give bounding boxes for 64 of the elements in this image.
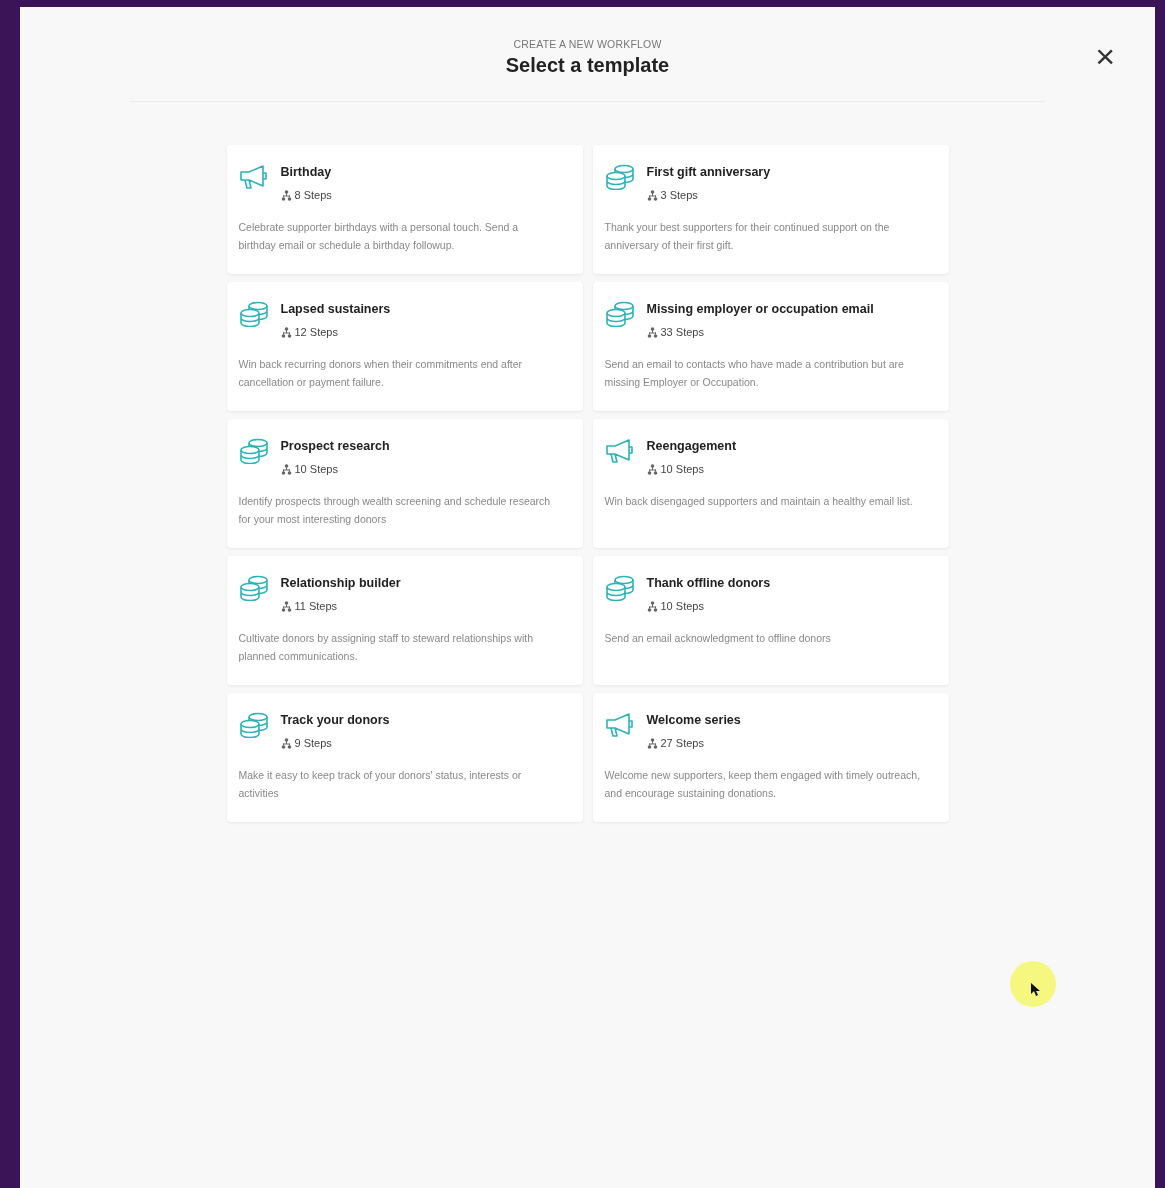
step-count: 12 Steps <box>294 326 338 338</box>
close-button[interactable]: × <box>1091 39 1119 73</box>
template-name: First gift anniversary <box>646 165 771 179</box>
template-name: Reengagement <box>646 439 737 453</box>
template-description: Make it easy to keep track of your donors' status, interests or activities <box>238 768 523 801</box>
megaphone-icon <box>604 712 635 738</box>
template-card[interactable]: Welcome series 27 Steps Welcome new supporters, keep them engaged with timely outreach, and encourage sustaining donations. <box>592 693 949 822</box>
megaphone-icon <box>238 164 269 190</box>
template-description: Win back recurring donors when their commitments end after cancellation or payment failure. <box>238 357 524 390</box>
hierarchy-icon <box>646 737 658 749</box>
template-description: Send an email acknowledgment to offline donors <box>604 631 832 646</box>
pointer-icon <box>1030 982 1040 996</box>
template-card[interactable]: Birthday 8 Steps Celebrate supporter birthdays with a personal touch. Send a birthday email or schedule a birthday followup. <box>226 145 583 274</box>
template-description: Send an email to contacts who have made a contribution but are missing Employer or Occupation. <box>604 357 905 390</box>
step-count: 10 Steps <box>660 463 704 475</box>
template-name: Prospect research <box>280 439 390 453</box>
hierarchy-icon <box>646 189 658 201</box>
template-name: Thank offline donors <box>646 576 771 590</box>
template-name: Lapsed sustainers <box>280 302 391 316</box>
template-name: Relationship builder <box>280 576 401 590</box>
step-count: 11 Steps <box>294 600 338 612</box>
template-card[interactable]: First gift anniversary 3 Steps Thank your best supporters for their continued support on the anniversary of their first gift. <box>592 145 949 274</box>
hierarchy-icon <box>280 600 292 612</box>
template-card[interactable]: Relationship builder 11 Steps Cultivate donors by assigning staff to steward relationships with planned communications. <box>226 556 583 685</box>
hierarchy-icon <box>646 463 658 475</box>
template-card[interactable]: Lapsed sustainers 12 Steps Win back recurring donors when their commitments end after cancellation or payment failure. <box>226 282 583 411</box>
hierarchy-icon <box>280 737 292 749</box>
step-count: 8 Steps <box>294 189 332 201</box>
coin-stack-icon <box>604 575 635 601</box>
step-count: 10 Steps <box>660 600 704 612</box>
step-count: 33 Steps <box>660 326 704 338</box>
coin-stack-icon <box>238 438 269 464</box>
coin-stack-icon <box>238 301 269 327</box>
hierarchy-icon <box>280 189 292 201</box>
hierarchy-icon <box>646 600 658 612</box>
step-count: 27 Steps <box>660 737 704 749</box>
coin-stack-icon <box>238 712 269 738</box>
template-description: Identify prospects through wealth screening and schedule research for your most interesting donors <box>238 494 552 527</box>
template-description: Celebrate supporter birthdays with a personal touch. Send a birthday email or schedule a birthday followup. <box>238 220 520 253</box>
template-description: Cultivate donors by assigning staff to steward relationships with planned communications. <box>238 631 535 664</box>
hierarchy-icon <box>280 463 292 475</box>
template-card[interactable]: Thank offline donors 10 Steps Send an email acknowledgment to offline donors <box>592 556 949 685</box>
coin-stack-icon <box>238 575 269 601</box>
template-card[interactable]: Track your donors 9 Steps Make it easy to keep track of your donors' status, interests or activities <box>226 693 583 822</box>
step-count: 10 Steps <box>294 463 338 475</box>
template-card[interactable]: Prospect research 10 Steps Identify prospects through wealth screening and schedule research for your most interesting donors <box>226 419 583 548</box>
modal-eyebrow: CREATE A NEW WORKFLOW <box>513 38 662 50</box>
hierarchy-icon <box>646 326 658 338</box>
coin-stack-icon <box>604 301 635 327</box>
template-name: Missing employer or occupation email <box>646 302 874 316</box>
step-count: 3 Steps <box>660 189 698 201</box>
template-card[interactable]: Missing employer or occupation email 33 Steps Send an email to contacts who have made a contribution but are missing Employer or Occupation. <box>592 282 949 411</box>
coin-stack-icon <box>604 164 635 190</box>
template-name: Birthday <box>280 165 332 179</box>
template-description: Win back disengaged supporters and maintain a healthy email list. <box>604 494 914 509</box>
megaphone-icon <box>604 438 635 464</box>
template-name: Welcome series <box>646 713 741 727</box>
hierarchy-icon <box>280 326 292 338</box>
template-description: Thank your best supporters for their continued support on the anniversary of their first gift. <box>604 220 891 253</box>
template-name: Track your donors <box>280 713 390 727</box>
template-card[interactable]: Reengagement 10 Steps Win back disengaged supporters and maintain a healthy email list. <box>592 419 949 548</box>
template-description: Welcome new supporters, keep them engaged with timely outreach, and encourage sustaining donations. <box>604 768 922 801</box>
modal-title: Select a template <box>505 54 670 77</box>
step-count: 9 Steps <box>294 737 332 749</box>
